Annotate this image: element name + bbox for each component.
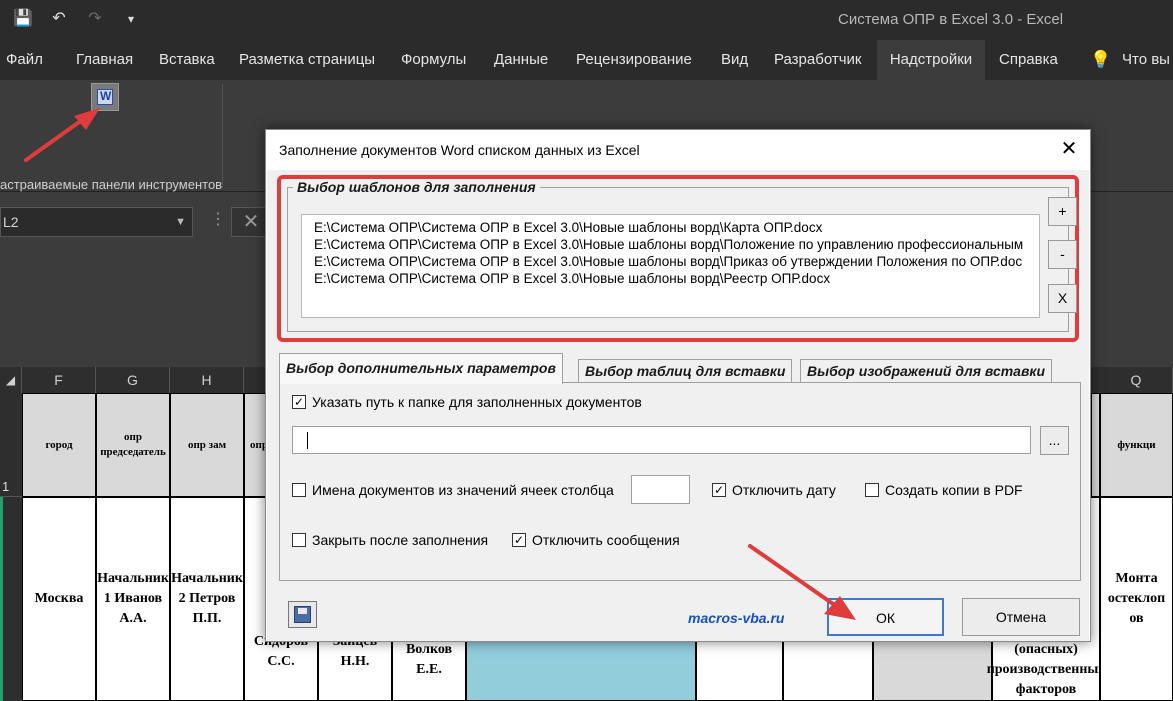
tab-view[interactable]: Вид xyxy=(721,40,748,80)
clear-templates-button[interactable]: X xyxy=(1048,284,1077,313)
templates-list[interactable]: E:\Система ОПР\Система ОПР в Excel 3.0\Н… xyxy=(301,214,1040,318)
column-header-g[interactable]: G xyxy=(96,367,170,393)
quick-access-toolbar: 💾 ↶ ↷ ▾ xyxy=(12,8,142,30)
column-input[interactable] xyxy=(631,475,690,504)
close-after-checkbox[interactable]: Закрыть после заполнения xyxy=(292,532,488,548)
checkbox-unchecked[interactable] xyxy=(865,483,879,497)
ok-button[interactable]: ОК xyxy=(827,598,944,636)
tab-data[interactable]: Данные xyxy=(494,40,548,80)
cell-g2[interactable]: Начальник 1 Иванов А.А. xyxy=(96,497,170,701)
checkbox-unchecked[interactable] xyxy=(292,533,306,547)
tell-me-search[interactable]: Что вы xyxy=(1122,40,1170,80)
tab-images[interactable]: Выбор изображений для вставки xyxy=(800,359,1053,384)
cell-g1[interactable]: опр председатель xyxy=(96,393,170,497)
row-header-1[interactable]: 1 xyxy=(0,393,22,497)
dialog-tabs: Выбор дополнительных параметров Выбор та… xyxy=(279,353,1079,384)
customize-icon[interactable]: ▾ xyxy=(120,8,142,30)
names-from-column-label: Имена документов из значений ячеек столб… xyxy=(312,482,614,498)
word-fill-glyph xyxy=(97,89,113,105)
list-item[interactable]: E:\Система ОПР\Система ОПР в Excel 3.0\Н… xyxy=(302,236,1039,253)
floppy-glyph xyxy=(294,606,311,623)
folder-path-checkbox[interactable]: ✓ Указать путь к папке для заполненных д… xyxy=(292,394,642,410)
word-fill-icon[interactable] xyxy=(91,83,119,111)
save-icon[interactable]: 💾 xyxy=(12,8,34,30)
folder-path-input[interactable] xyxy=(292,426,1031,454)
tab-insert[interactable]: Вставка xyxy=(159,40,215,80)
name-box[interactable]: L2 ▼ xyxy=(0,207,193,237)
tab-additional-params[interactable]: Выбор дополнительных параметров xyxy=(279,353,563,384)
dialog-title: Заполнение документов Word списком данны… xyxy=(279,142,640,158)
tab-file[interactable]: Файл xyxy=(6,40,43,80)
disable-date-label: Отключить дату xyxy=(732,482,836,498)
disable-messages-label: Отключить сообщения xyxy=(532,532,680,548)
cell-p1[interactable] xyxy=(1091,393,1100,497)
cell-f2[interactable]: Москва xyxy=(22,497,96,701)
folder-path-label: Указать путь к папке для заполненных док… xyxy=(312,394,642,410)
formula-bar-grip: ⋮ xyxy=(210,211,226,228)
add-template-button[interactable]: + xyxy=(1048,197,1077,226)
close-icon[interactable]: ✕ xyxy=(1058,138,1080,160)
disable-messages-checkbox[interactable]: ✓ Отключить сообщения xyxy=(512,532,680,548)
fill-word-dialog: Заполнение документов Word списком данны… xyxy=(265,129,1091,642)
close-after-label: Закрыть после заполнения xyxy=(312,532,489,548)
cancel-button[interactable]: Отмена xyxy=(962,598,1080,636)
checkbox-unchecked[interactable] xyxy=(292,483,306,497)
templates-highlight: E:\Система ОПР\Система ОПР в Excel 3.0\Н… xyxy=(277,175,1079,342)
list-item[interactable]: E:\Система ОПР\Система ОПР в Excel 3.0\Н… xyxy=(302,253,1039,270)
checkbox-checked[interactable]: ✓ xyxy=(712,483,726,497)
text-cursor xyxy=(307,432,308,449)
tab-review[interactable]: Рецензирование xyxy=(576,40,692,80)
group-separator xyxy=(222,84,223,188)
list-item[interactable]: E:\Система ОПР\Система ОПР в Excel 3.0\Н… xyxy=(302,270,1039,287)
tab-formulas[interactable]: Формулы xyxy=(401,40,466,80)
undo-icon[interactable]: ↶ xyxy=(48,8,70,30)
row-header-2[interactable] xyxy=(0,497,22,701)
cell-f1[interactable]: город xyxy=(22,393,96,497)
dialog-body: E:\Система ОПР\Система ОПР в Excel 3.0\Н… xyxy=(267,170,1089,641)
cell-h2[interactable]: Начальник 2 Петров П.П. xyxy=(170,497,244,701)
templates-frame: E:\Система ОПР\Система ОПР в Excel 3.0\Н… xyxy=(287,187,1077,332)
checkbox-checked[interactable]: ✓ xyxy=(512,533,526,547)
lightbulb-icon[interactable]: 💡 xyxy=(1090,40,1111,80)
tab-tables[interactable]: Выбор таблиц для вставки xyxy=(578,359,793,384)
website-link[interactable]: macros-vba.ru xyxy=(688,610,784,626)
list-item[interactable]: E:\Система ОПР\Система ОПР в Excel 3.0\Н… xyxy=(302,219,1039,236)
window-title: Система ОПР в Excel 3.0 - Excel xyxy=(838,11,1064,28)
browse-button[interactable]: ... xyxy=(1040,426,1069,455)
row-number: 1 xyxy=(2,479,10,494)
disable-date-checkbox[interactable]: ✓ Отключить дату xyxy=(712,482,836,498)
params-panel: ✓ Указать путь к папке для заполненных д… xyxy=(279,382,1081,581)
save-settings-icon[interactable] xyxy=(288,601,317,628)
cell-h1[interactable]: опр зам xyxy=(170,393,244,497)
tab-page-layout[interactable]: Разметка страницы xyxy=(239,40,375,80)
pdf-label: Создать копии в PDF xyxy=(885,482,1023,498)
remove-template-button[interactable]: - xyxy=(1048,240,1077,269)
select-all-corner[interactable]: ◢ xyxy=(0,367,22,393)
names-from-column-checkbox[interactable]: Имена документов из значений ячеек столб… xyxy=(292,482,614,498)
chevron-down-icon[interactable]: ▼ xyxy=(175,208,186,236)
checkbox-checked[interactable]: ✓ xyxy=(292,395,306,409)
ribbon-tabs: Файл Главная Вставка Разметка страницы Ф… xyxy=(0,40,1173,80)
title-bar: 💾 ↶ ↷ ▾ Система ОПР в Excel 3.0 - Excel xyxy=(0,0,1173,40)
column-header-q[interactable]: Q xyxy=(1100,367,1173,393)
cell-q2[interactable]: Монта остеклоп ов xyxy=(1100,497,1173,701)
tab-help[interactable]: Справка xyxy=(999,40,1058,80)
tab-addins[interactable]: Надстройки xyxy=(877,40,985,80)
pdf-checkbox[interactable]: Создать копии в PDF xyxy=(865,482,1023,498)
column-header-h[interactable]: H xyxy=(170,367,244,393)
cell-q1[interactable]: функци xyxy=(1100,393,1173,497)
tab-developer[interactable]: Разработчик xyxy=(774,40,861,80)
name-box-value: L2 xyxy=(3,214,19,230)
group-label: астраиваемые панели инструментов xyxy=(0,177,223,192)
tab-home[interactable]: Главная xyxy=(76,40,133,80)
templates-legend: Выбор шаблонов для заполнения xyxy=(293,179,540,195)
column-header-f[interactable]: F xyxy=(22,367,96,393)
redo-icon[interactable]: ↷ xyxy=(84,8,106,30)
